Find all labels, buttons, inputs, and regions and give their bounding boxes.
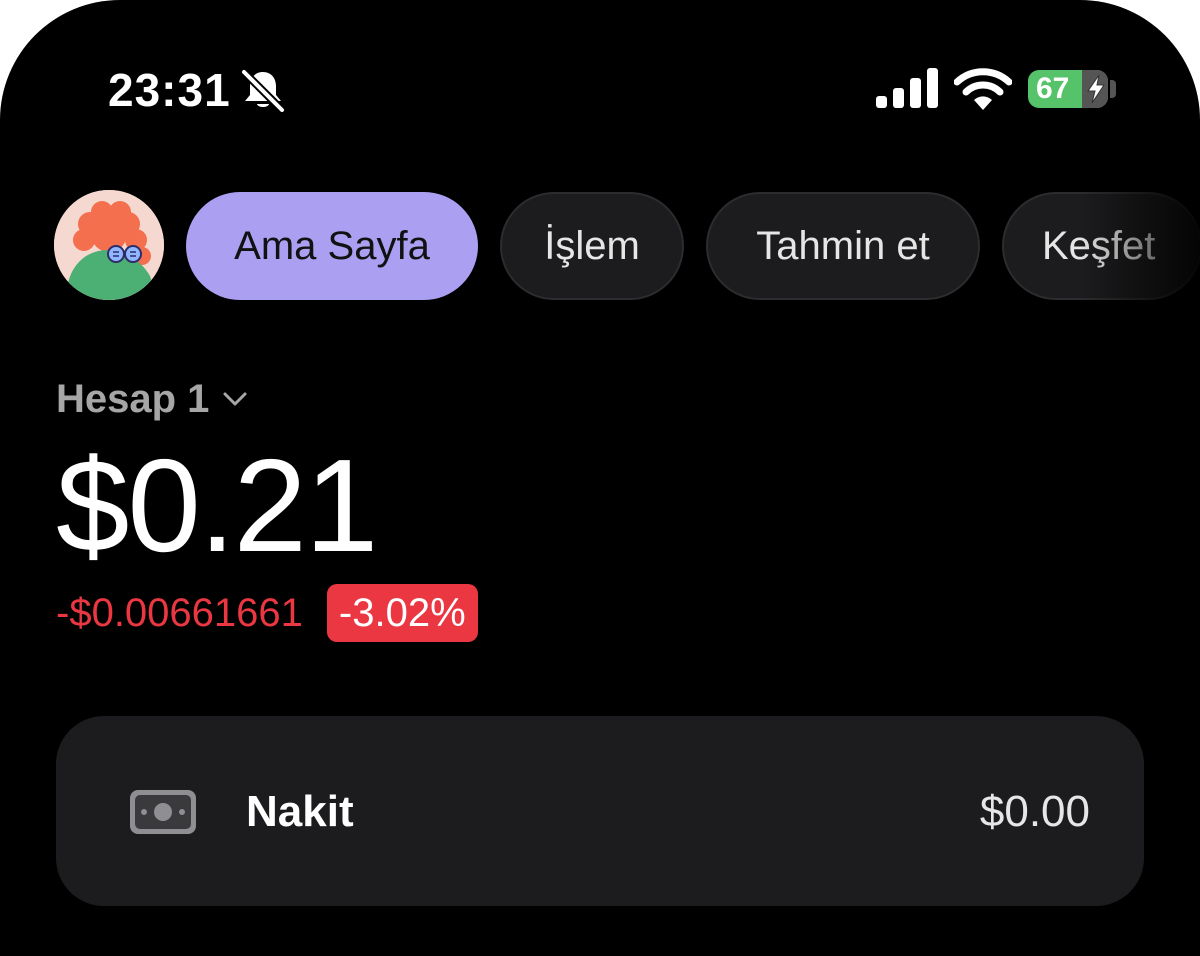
- wifi-icon: [954, 68, 1012, 110]
- battery-percent: 67: [1036, 72, 1070, 105]
- cash-value: $0.00: [979, 787, 1090, 836]
- tab-home[interactable]: Ama Sayfa: [186, 192, 478, 300]
- tab-trade[interactable]: İşlem: [500, 192, 684, 300]
- banknote-icon: [130, 790, 196, 834]
- battery-nub: [1110, 80, 1116, 98]
- battery-charging-icon: 67: [1028, 70, 1108, 108]
- tab-predict[interactable]: Tahmin et: [706, 192, 980, 300]
- bell-slash-icon: [240, 68, 286, 112]
- chevron-down-icon: [223, 392, 247, 406]
- tab-explore[interactable]: Keşfet: [1002, 192, 1200, 300]
- phone-screen: 23:31 67 Ama Sayfa İşlem Tahmin et Keşfe…: [0, 0, 1200, 956]
- change-amount: -$0.00661661: [56, 590, 303, 635]
- cash-card[interactable]: Nakit $0.00: [56, 716, 1144, 906]
- cash-label: Nakit: [246, 787, 354, 836]
- status-time: 23:31: [108, 64, 231, 116]
- account-balance: $0.21: [56, 432, 378, 579]
- account-name: Hesap 1: [56, 376, 210, 421]
- avatar[interactable]: [54, 190, 164, 300]
- change-percent-badge: -3.02%: [326, 584, 478, 642]
- account-selector[interactable]: Hesap 1: [56, 372, 249, 426]
- balance-change: -$0.00661661 -3.02%: [56, 584, 478, 642]
- avatar-illustration: [54, 190, 164, 300]
- lightning-bolt-icon: [1087, 75, 1105, 103]
- signal-icon: [876, 68, 938, 108]
